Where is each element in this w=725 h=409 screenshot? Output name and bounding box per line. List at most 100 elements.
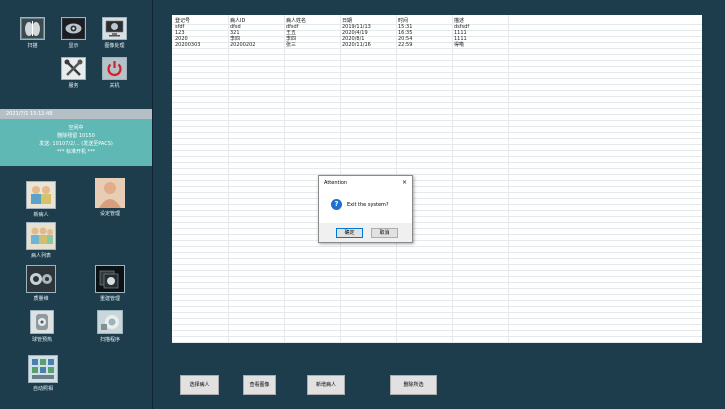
exit-confirm-dialog: Attention × ? Exit the system? 确定 取消 xyxy=(318,175,413,243)
dialog-footer: 确定 取消 xyxy=(319,223,412,242)
tube-warmup-icon xyxy=(30,310,54,334)
grid-row-line xyxy=(172,270,702,271)
grid-row-line xyxy=(172,318,702,319)
status-line: 空闲中 xyxy=(68,125,84,131)
grid-row-line xyxy=(172,144,702,145)
grid-row-line xyxy=(172,72,702,73)
status-line: 删除残留 10150 xyxy=(57,133,95,139)
grid-row-line xyxy=(172,210,702,211)
new-patient-action-button[interactable]: 新增病人 xyxy=(307,375,345,395)
scan-program-icon xyxy=(97,310,123,334)
grid-row-line xyxy=(172,84,702,85)
tube-warmup-button[interactable]: 球管预热 xyxy=(30,310,54,343)
delete-selected-button[interactable]: 删除所选 xyxy=(390,375,437,395)
sidebar-divider xyxy=(152,0,153,409)
status-panel: 空闲中 删除残留 10150 发送: 10107/2/... (发送至PACS)… xyxy=(0,119,152,166)
table-cell[interactable]: 2020/11/16 xyxy=(342,43,371,48)
settings-manage-button[interactable]: 设定管理 xyxy=(95,178,125,217)
status-line: *** 标准开机 *** xyxy=(56,149,96,155)
display-button[interactable]: 显示 xyxy=(61,17,86,49)
auto-photo-icon xyxy=(28,355,58,383)
grid-row-line xyxy=(172,36,702,37)
grid-row-line xyxy=(172,96,702,97)
monitor-icon xyxy=(102,17,127,40)
patient-list-button[interactable]: 病人列表 xyxy=(26,222,56,259)
grid-row-line xyxy=(172,216,702,217)
table-cell[interactable]: 22:59 xyxy=(398,43,412,48)
patient-list-label: 病人列表 xyxy=(30,253,51,259)
auto-photo-button[interactable]: 自动照相 xyxy=(28,355,58,392)
dialog-message: Exit the system? xyxy=(347,202,389,208)
settings-manage-icon xyxy=(95,178,125,208)
grid-row-line xyxy=(172,234,702,235)
grid-row-line xyxy=(172,66,702,67)
quality-icon xyxy=(26,265,56,293)
grid-row-line xyxy=(172,276,702,277)
grid-row-line xyxy=(172,138,702,139)
ok-button[interactable]: 确定 xyxy=(336,228,363,238)
grid-row-line xyxy=(172,162,702,163)
quality-button[interactable]: 质量维 xyxy=(26,265,56,302)
grid-row-line xyxy=(172,174,702,175)
scan-program-button[interactable]: 扫描程序 xyxy=(97,310,123,343)
grid-row-line xyxy=(172,312,702,313)
service-button-label: 服务 xyxy=(68,83,79,89)
grid-row-line xyxy=(172,282,702,283)
table-cell[interactable]: 得嘞 xyxy=(454,43,464,48)
grid-row-line xyxy=(172,336,702,337)
view-images-button[interactable]: 查看图像 xyxy=(243,375,276,395)
grid-row-line xyxy=(172,186,702,187)
quality-label: 质量维 xyxy=(33,296,49,302)
dialog-title: Attention xyxy=(324,180,348,186)
table-cell[interactable]: 张三 xyxy=(286,43,296,48)
grid-row-line xyxy=(172,330,702,331)
grid-row-line xyxy=(172,252,702,253)
scan-button[interactable]: 扫描 xyxy=(20,17,45,49)
question-icon: ? xyxy=(331,199,342,210)
grid-row-line xyxy=(172,108,702,109)
table-cell[interactable]: 20200303 xyxy=(175,43,200,48)
eye-icon xyxy=(61,17,86,40)
grid-row-line xyxy=(172,300,702,301)
grid-row-line xyxy=(172,192,702,193)
shutdown-button[interactable]: 关机 xyxy=(102,57,127,89)
grid-row-line xyxy=(172,54,702,55)
grid-row-line xyxy=(172,48,702,49)
tools-icon xyxy=(61,57,86,80)
grid-row-line xyxy=(172,306,702,307)
patient-list-icon xyxy=(26,222,56,250)
grid-row-line xyxy=(172,198,702,199)
auto-photo-label: 自动照相 xyxy=(32,386,53,392)
reconstruction-button[interactable]: 重建管理 xyxy=(95,265,125,302)
grid-row-line xyxy=(172,342,702,343)
grid-row-line xyxy=(172,150,702,151)
grid-row-line xyxy=(172,78,702,79)
close-icon[interactable]: × xyxy=(402,179,407,186)
grid-column-line xyxy=(228,15,229,343)
grid-row-line xyxy=(172,204,702,205)
grid-row-line xyxy=(172,264,702,265)
status-datetime: 2021/7/1 15:12:48 xyxy=(0,109,152,119)
grid-row-line xyxy=(172,114,702,115)
tube-warmup-label: 球管预热 xyxy=(31,337,52,343)
grid-row-line xyxy=(172,60,702,61)
service-button[interactable]: 服务 xyxy=(61,57,86,89)
grid-row-line xyxy=(172,126,702,127)
image-processing-button-label: 图像处理 xyxy=(104,43,125,49)
grid-row-line xyxy=(172,222,702,223)
grid-row-line xyxy=(172,120,702,121)
new-patient-button[interactable]: 新病人 xyxy=(26,181,56,218)
patient-table[interactable]: 登记号 病人ID 病人姓名 日期 时间 描述 sfdf dfsd dfsdf 2… xyxy=(172,15,702,343)
shutdown-button-label: 关机 xyxy=(109,83,120,89)
reconstruction-label: 重建管理 xyxy=(99,296,120,302)
table-cell[interactable]: 20200202 xyxy=(230,43,255,48)
grid-row-line xyxy=(172,246,702,247)
grid-row-line xyxy=(172,294,702,295)
grid-row-line xyxy=(172,90,702,91)
power-icon xyxy=(102,57,127,80)
grid-row-line xyxy=(172,240,702,241)
select-patient-button[interactable]: 选择病人 xyxy=(180,375,219,395)
cancel-button[interactable]: 取消 xyxy=(371,228,398,238)
image-processing-button[interactable]: 图像处理 xyxy=(102,17,127,49)
new-patient-icon xyxy=(26,181,56,209)
